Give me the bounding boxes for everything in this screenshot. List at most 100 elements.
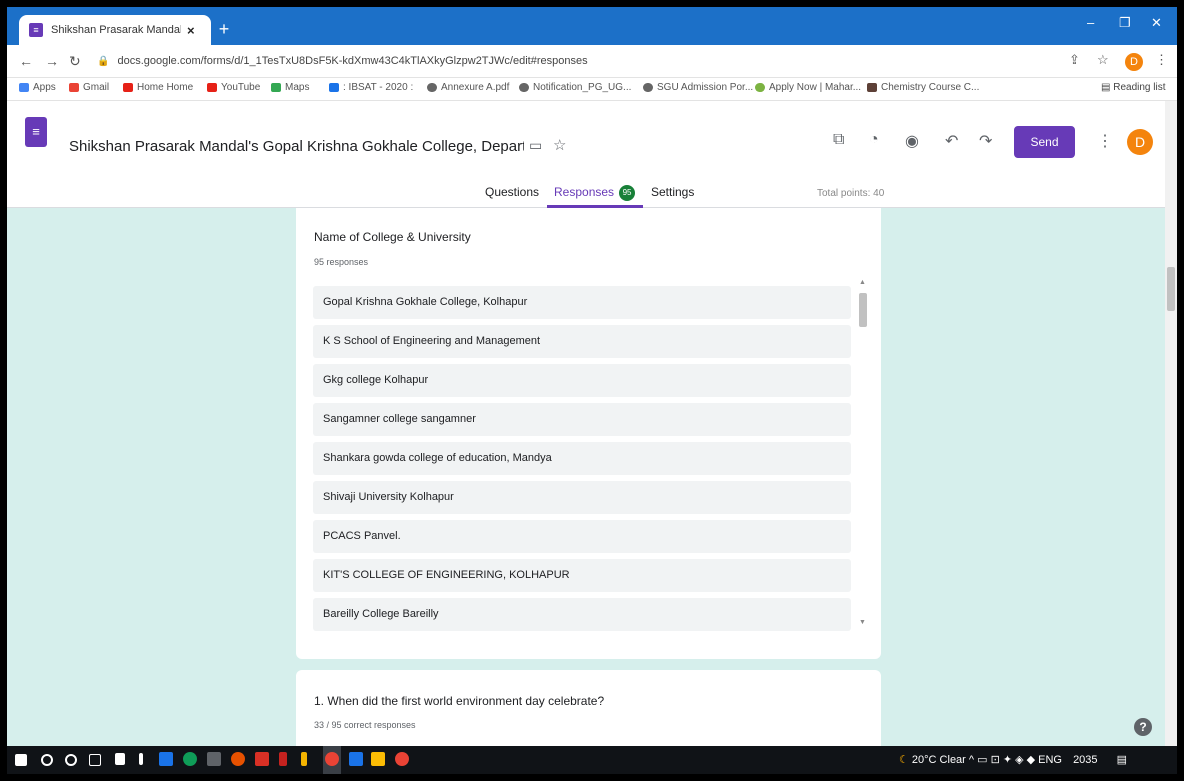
answers-list[interactable]: Gopal Krishna Gokhale College, Kolhapur … bbox=[313, 286, 851, 636]
store-icon[interactable] bbox=[115, 753, 125, 765]
folder-icon[interactable]: ▭ bbox=[529, 137, 542, 154]
apply-icon bbox=[755, 83, 765, 92]
chrome-icon[interactable] bbox=[395, 752, 409, 766]
close-window-icon[interactable]: ✕ bbox=[1151, 15, 1162, 31]
account-avatar[interactable]: D bbox=[1127, 129, 1153, 155]
app-icon[interactable] bbox=[301, 752, 307, 766]
addon-puzzle-icon[interactable]: ⧉ bbox=[833, 131, 844, 149]
bookmark-chemistry[interactable]: Chemistry Course C... bbox=[867, 82, 979, 93]
scroll-down-icon[interactable]: ▼ bbox=[859, 619, 866, 626]
question-title: 1. When did the first world environment … bbox=[314, 694, 605, 708]
bookmark-maps[interactable]: Maps bbox=[271, 82, 309, 93]
forward-icon[interactable]: → bbox=[45, 53, 59, 69]
youtube-icon bbox=[123, 83, 133, 92]
app-icon[interactable] bbox=[279, 752, 287, 766]
list-item: Gkg college Kolhapur bbox=[313, 364, 851, 397]
chemistry-icon bbox=[867, 83, 877, 92]
weather-text: 20°C Clear bbox=[911, 754, 966, 766]
bookmark-notification[interactable]: Notification_PG_UG... bbox=[519, 82, 631, 93]
weather-moon-icon: ☾ bbox=[899, 754, 912, 766]
address-bar[interactable]: 🔒 docs.google.com/forms/d/1_1TesTxU8DsF5… bbox=[97, 51, 1067, 71]
question-card: Name of College & University 95 response… bbox=[296, 208, 881, 659]
ibsat-icon bbox=[329, 83, 339, 92]
more-options-icon[interactable]: ⋮ bbox=[1097, 131, 1113, 151]
bookmark-star-icon[interactable]: ☆ bbox=[1097, 52, 1109, 68]
minimize-icon[interactable]: – bbox=[1087, 15, 1094, 30]
globe-icon bbox=[519, 83, 529, 92]
preview-eye-icon[interactable]: ◉ bbox=[905, 131, 919, 151]
back-icon[interactable]: ← bbox=[19, 53, 33, 69]
lock-icon: 🔒 bbox=[97, 55, 110, 67]
answers-scrollbar[interactable]: ▲ ▼ bbox=[857, 279, 869, 631]
search-icon[interactable] bbox=[41, 754, 53, 766]
form-title[interactable]: Shikshan Prasarak Mandal's Gopal Krishna… bbox=[69, 138, 524, 155]
question-title: Name of College & University bbox=[314, 230, 471, 244]
google-forms-logo-icon[interactable]: ≡ bbox=[25, 117, 47, 147]
app-icon[interactable] bbox=[349, 752, 363, 766]
windows-start-icon[interactable] bbox=[15, 754, 27, 766]
globe-icon bbox=[643, 83, 653, 92]
bookmark-sgu[interactable]: SGU Admission Por... bbox=[643, 82, 753, 93]
clock: 2035 bbox=[1073, 754, 1098, 766]
browser-tab[interactable]: ≡ Shikshan Prasarak Mandal's Gop × bbox=[19, 15, 211, 45]
scroll-thumb[interactable] bbox=[859, 293, 867, 327]
tab-responses[interactable]: Responses 95 bbox=[554, 185, 636, 201]
bookmark-ibsat[interactable]: : IBSAT - 2020 : bbox=[329, 82, 413, 93]
app-icon[interactable] bbox=[207, 752, 221, 766]
question-card: 1. When did the first world environment … bbox=[296, 670, 881, 746]
bookmark-apply-now[interactable]: Apply Now | Mahar... bbox=[755, 82, 861, 93]
edge-icon[interactable] bbox=[183, 752, 197, 766]
palette-icon[interactable]: ◔ bbox=[869, 131, 879, 149]
page-scroll-thumb[interactable] bbox=[1167, 267, 1175, 311]
chrome-icon[interactable] bbox=[325, 752, 339, 766]
bookmark-youtube[interactable]: YouTube bbox=[207, 82, 260, 93]
list-item: Shivaji University Kolhapur bbox=[313, 481, 851, 514]
bookmark-annexure[interactable]: Annexure A.pdf bbox=[427, 82, 509, 93]
pdf-icon[interactable] bbox=[255, 752, 269, 766]
new-tab-button[interactable]: + bbox=[214, 20, 234, 40]
tab-questions[interactable]: Questions bbox=[485, 185, 539, 199]
firefox-icon[interactable] bbox=[231, 752, 245, 766]
file-explorer-icon[interactable] bbox=[371, 752, 385, 766]
task-view-icon[interactable] bbox=[89, 754, 101, 766]
total-points: Total points: 40 bbox=[817, 188, 885, 199]
tab-close-icon[interactable]: × bbox=[187, 23, 195, 38]
help-icon[interactable]: ? bbox=[1134, 718, 1152, 736]
apps-grid-icon bbox=[19, 83, 29, 92]
cortana-icon[interactable] bbox=[65, 754, 77, 766]
list-item: Sangamner college sangamner bbox=[313, 403, 851, 436]
globe-icon bbox=[427, 83, 437, 92]
form-tabs: Questions Responses 95 Settings bbox=[7, 185, 1165, 207]
browser-menu-icon[interactable]: ⋮ bbox=[1155, 52, 1168, 68]
restore-icon[interactable]: ❐ bbox=[1119, 15, 1131, 31]
star-icon[interactable]: ☆ bbox=[553, 136, 566, 154]
responses-content: Name of College & University 95 response… bbox=[7, 208, 1165, 746]
tab-strip: ≡ Shikshan Prasarak Mandal's Gop × + – ❐… bbox=[7, 7, 1177, 45]
bookmark-homehome[interactable]: Home Home bbox=[123, 82, 193, 93]
app-icon[interactable] bbox=[139, 753, 143, 765]
mail-icon[interactable] bbox=[159, 752, 173, 766]
tab-settings[interactable]: Settings bbox=[651, 185, 694, 199]
bookmark-gmail[interactable]: Gmail bbox=[69, 82, 109, 93]
correct-responses: 33 / 95 correct responses bbox=[314, 720, 416, 730]
send-button[interactable]: Send bbox=[1014, 126, 1075, 158]
list-item: PCACS Panvel. bbox=[313, 520, 851, 553]
forms-header: ≡ Shikshan Prasarak Mandal's Gopal Krish… bbox=[7, 101, 1165, 208]
share-icon[interactable]: ⇪ bbox=[1069, 52, 1080, 68]
reading-list[interactable]: ▤ Reading list bbox=[1101, 82, 1166, 93]
system-tray[interactable]: ☾ 20°C Clear ^ ▭ ⊡ ✦ ◈ ◆ ENG 2035 ▤ bbox=[899, 753, 1127, 766]
redo-icon[interactable]: ↷ bbox=[979, 131, 992, 151]
browser-window: ≡ Shikshan Prasarak Mandal's Gop × + – ❐… bbox=[7, 7, 1177, 774]
responses-count-badge: 95 bbox=[619, 185, 636, 201]
page-scrollbar[interactable] bbox=[1165, 101, 1177, 746]
reload-icon[interactable]: ↻ bbox=[69, 53, 81, 70]
bookmark-apps[interactable]: Apps bbox=[19, 82, 56, 93]
url-text: docs.google.com/forms/d/1_1TesTxU8DsF5K-… bbox=[117, 55, 588, 67]
reading-list-icon: ▤ bbox=[1101, 82, 1114, 93]
browser-toolbar: ← → ↻ 🔒 docs.google.com/forms/d/1_1TesTx… bbox=[7, 45, 1177, 78]
forms-favicon-icon: ≡ bbox=[29, 23, 43, 37]
browser-profile-avatar[interactable]: D bbox=[1125, 53, 1143, 71]
bookmarks-bar: Apps Gmail Home Home YouTube Maps : IBSA… bbox=[7, 78, 1177, 101]
scroll-up-icon[interactable]: ▲ bbox=[859, 279, 866, 286]
undo-icon[interactable]: ↶ bbox=[945, 131, 958, 151]
